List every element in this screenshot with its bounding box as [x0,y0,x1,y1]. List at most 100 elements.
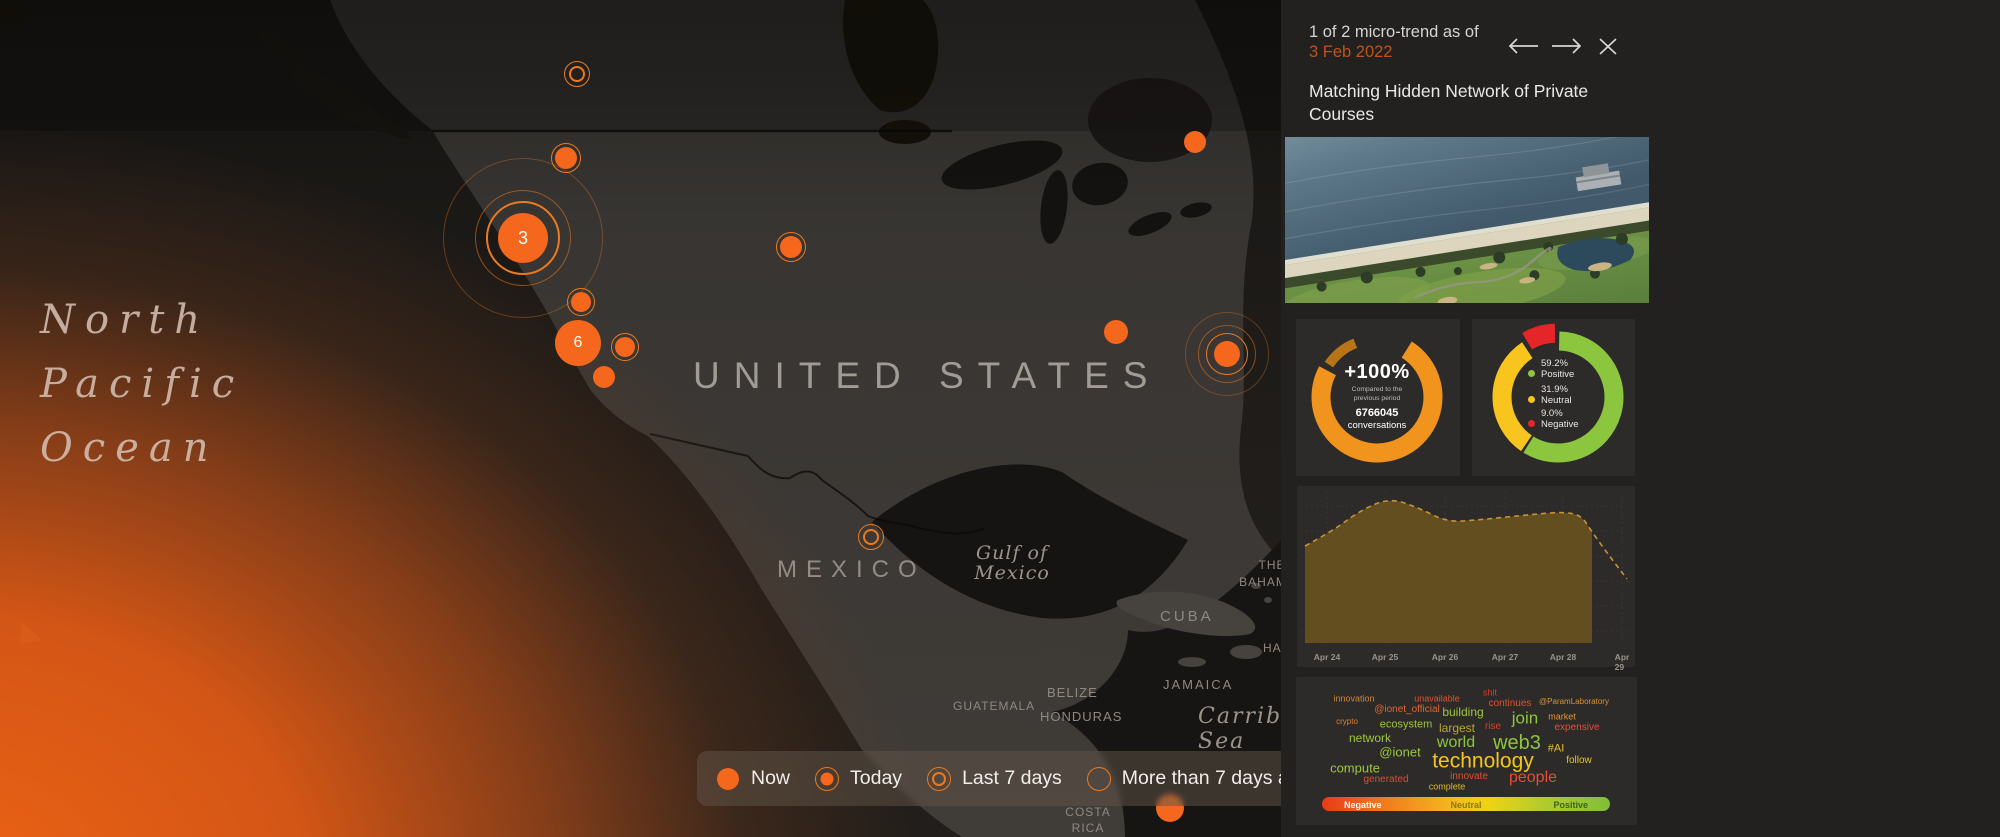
volume-change-value: +100% [1322,361,1432,384]
trend-date: 3 Feb 2022 [1309,43,1392,62]
sentiment-dot-icon [1528,396,1535,403]
legend-item-now: Now [715,766,790,792]
sentiment-dot-icon [1528,370,1535,377]
wordcloud-word: compute [1330,762,1380,775]
older-marker-icon [1086,766,1112,792]
trend-detail-panel: 1 of 2 micro-trend as of 3 Feb 2022 Matc… [1281,0,2000,837]
map-cluster-marker[interactable]: 6 [553,318,603,368]
trend-counter: 1 of 2 micro-trend as of [1309,22,1479,43]
map-trend-marker[interactable] [565,286,597,318]
sentiment-label: Positive [1541,370,1574,381]
wordcloud-word: continues [1489,699,1532,709]
last7-marker-icon [926,766,952,792]
trend-title: Matching Hidden Network of Private Cours… [1309,80,1643,126]
volume-center-text: +100% Compared to the previous period 67… [1322,361,1432,431]
conversation-count: 6766045 [1322,407,1432,419]
wordcloud-word: market [1548,713,1576,722]
map-trend-marker[interactable] [1102,318,1130,346]
sentiment-pct: 31.9% [1541,385,1572,396]
trend-area-fill [1305,501,1592,643]
app-window: North Pacific OceanUNITED STATESMEXICOGu… [0,0,2000,837]
sentiment-legend-row-negative: 9.0%Negative [1528,409,1579,430]
map-land-art [0,0,1281,837]
wordcloud-word: join [1512,710,1538,727]
wordcloud-word: rise [1485,722,1501,732]
next-trend-button[interactable] [1547,33,1587,61]
map-trend-marker[interactable] [591,364,617,390]
marker-dot [1214,341,1240,367]
now-marker-icon [715,766,741,792]
map-trend-marker[interactable] [774,230,808,264]
map-canvas[interactable]: North Pacific OceanUNITED STATESMEXICOGu… [0,0,1281,837]
volume-donut-card: +100% Compared to the previous period 67… [1296,319,1460,476]
x-axis-label: Apr 26 [1432,652,1458,662]
wordcloud-word: complete [1429,783,1466,792]
golf-course-photo-art [1285,137,1649,303]
sentiment-scale-bar: Negative Neutral Positive [1322,797,1610,811]
map-trend-marker[interactable] [609,331,641,363]
sentiment-pct: 9.0% [1541,409,1579,420]
legend-item-label: Now [751,767,790,790]
map-legend-bar: Now Today Last 7 days More than 7 days ago [697,751,1281,806]
wordcloud-word: people [1509,770,1557,786]
trend-photo [1285,137,1649,303]
legend-item-label: Last 7 days [962,767,1062,790]
sentiment-legend-row-neutral: 31.9%Neutral [1528,385,1572,406]
marker-ring [858,524,884,550]
wordcloud-word: @ionet [1379,746,1420,759]
marker-dot [593,366,615,388]
legend-icon-part [927,767,951,791]
volume-compare-note: Compared to the previous period [1322,386,1432,403]
legend-item-older: More than 7 days ago [1086,766,1281,792]
wordcloud-word: @ParamLaboratory [1539,698,1609,706]
sentiment-legend-text: 31.9%Neutral [1541,385,1572,406]
today-marker-icon [814,766,840,792]
wordcloud-word: shit [1483,689,1497,698]
sentiment-donut-card: 59.2%Positive 31.9%Neutral 9.0%Negative [1472,319,1635,476]
x-axis-label: Apr 25 [1372,652,1398,662]
sentiment-label: Neutral [1541,396,1572,407]
scale-neutral-label: Neutral [1450,800,1481,810]
trend-chart-card: Apr 24Apr 25Apr 26Apr 27Apr 28Apr 29 [1297,486,1635,667]
previous-trend-button[interactable] [1503,33,1543,61]
x-axis-label: Apr 27 [1492,652,1518,662]
cluster-count: 6 [555,320,601,366]
map-trend-marker[interactable] [856,522,886,552]
wordcloud-word: @ionet_official [1374,705,1440,715]
wordcloud-word: innovate [1450,772,1488,782]
marker-dot [1184,131,1206,153]
sentiment-dot-icon [1528,420,1535,427]
sentiment-legend-row-positive: 59.2%Positive [1528,359,1574,380]
marker-ring [564,61,590,87]
legend-icon-part [815,767,839,791]
arrow-right-icon [1548,33,1586,59]
donut-arc [1527,333,1555,341]
close-panel-button[interactable] [1593,33,1623,61]
wordcloud-word: largest [1439,722,1475,734]
marker-dot [571,292,591,312]
sentiment-pct: 59.2% [1541,359,1574,370]
map-trend-marker[interactable] [1183,310,1271,398]
arrow-left-icon [1504,33,1542,59]
sentiment-legend-text: 9.0%Negative [1541,409,1579,430]
legend-icon-part [1087,767,1111,791]
x-axis-label: Apr 24 [1314,652,1340,662]
marker-dot [615,337,635,357]
marker-dot [1104,320,1128,344]
trend-area-chart [1297,486,1635,667]
map-trend-marker[interactable] [1182,129,1208,155]
map-trend-marker[interactable] [562,59,592,89]
wordcloud-word: #AI [1548,744,1565,755]
conversation-unit: conversations [1322,420,1432,431]
wordcloud-word: follow [1566,756,1592,766]
x-axis-label: Apr 28 [1550,652,1576,662]
sentiment-label: Negative [1541,420,1579,431]
legend-item-label: More than 7 days ago [1122,767,1281,790]
cluster-count: 3 [498,213,548,263]
scale-negative-label: Negative [1344,800,1382,810]
wordcloud-word: innovation [1333,695,1374,704]
wordcloud-word: network [1349,732,1391,744]
donut-arc [1502,350,1527,443]
legend-item-today: Today [814,766,902,792]
marker-dot [780,236,802,258]
